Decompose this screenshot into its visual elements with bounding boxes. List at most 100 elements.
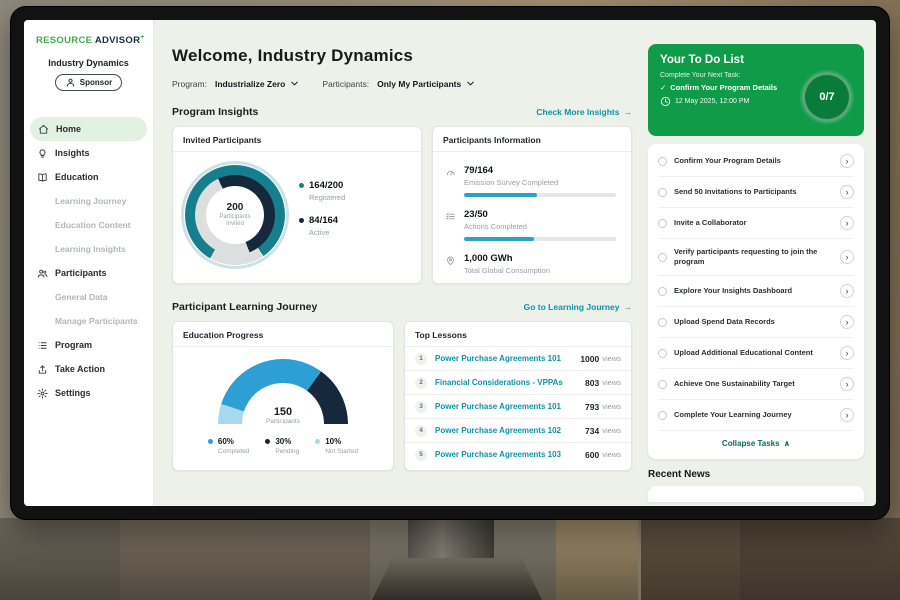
top-lessons-card: Top Lessons 1 Power Purchase Agreements …: [404, 321, 632, 471]
lesson-views: 600: [585, 450, 599, 460]
lesson-views: 734: [585, 426, 599, 436]
monitor-stand-base: [372, 558, 542, 600]
info-row: 23/50 Actions Completed: [445, 209, 619, 241]
participants-select[interactable]: Only My Participants: [377, 78, 476, 89]
link-label: Go to Learning Journey: [524, 302, 620, 312]
legend-label: Completed: [218, 448, 249, 455]
education-progress-card: Education Progress 150 Participants 60%: [172, 321, 394, 471]
info-value: 79/164: [464, 165, 616, 176]
chevron-right-icon[interactable]: ›: [840, 315, 854, 329]
task-checkbox[interactable]: [658, 380, 667, 389]
info-label: Actions Completed: [464, 222, 616, 231]
lesson-rank: 3: [415, 401, 427, 413]
task-row-upload-spend-data[interactable]: Upload Spend Data Records ›: [658, 307, 854, 338]
collapse-tasks-link[interactable]: Collapse Tasks ∧: [658, 431, 854, 457]
task-row-achieve-sustainability-target[interactable]: Achieve One Sustainability Target ›: [658, 369, 854, 400]
participants-filter-label: Participants:: [322, 79, 369, 89]
progress-fill: [464, 237, 534, 241]
program-insights-header: Program Insights Check More Insights →: [172, 106, 640, 118]
lesson-link[interactable]: Power Purchase Agreements 101: [435, 402, 585, 411]
todo-title: Your To Do List: [660, 54, 852, 66]
task-row-explore-insights[interactable]: Explore Your Insights Dashboard ›: [658, 276, 854, 307]
chevron-right-icon[interactable]: ›: [840, 250, 854, 264]
chevron-right-icon[interactable]: ›: [840, 216, 854, 230]
task-row-upload-educational-content[interactable]: Upload Additional Educational Content ›: [658, 338, 854, 369]
task-checkbox[interactable]: [658, 318, 667, 327]
lesson-row: 5 Power Purchase Agreements 103 600 view…: [405, 443, 631, 466]
check-more-insights-link[interactable]: Check More Insights →: [536, 107, 632, 117]
sidebar-item-manage-participants[interactable]: Manage Participants: [24, 309, 153, 333]
sidebar-item-settings[interactable]: Settings: [24, 381, 153, 405]
gauge-center-value: 150: [218, 406, 348, 418]
task-row-complete-learning-journey[interactable]: Complete Your Learning Journey ›: [658, 400, 854, 431]
task-row-confirm-program-details[interactable]: Confirm Your Program Details ›: [658, 146, 854, 177]
task-checkbox[interactable]: [658, 157, 667, 166]
legend-dot: [299, 183, 304, 188]
task-checkbox[interactable]: [658, 219, 667, 228]
lesson-link[interactable]: Power Purchase Agreements 101: [435, 354, 580, 363]
progress-bar: [464, 193, 616, 197]
sidebar-item-general-data[interactable]: General Data: [24, 285, 153, 309]
lesson-row: 2 Financial Considerations - VPPAs 803 v…: [405, 371, 631, 395]
chevron-down-icon: [289, 78, 300, 89]
sidebar-item-participants[interactable]: Participants: [24, 261, 153, 285]
participants-information-card: Participants Information 79/164 Emission…: [432, 126, 632, 284]
task-row-invite-collaborator[interactable]: Invite a Collaborator ›: [658, 208, 854, 239]
legend-label: Registered: [309, 193, 345, 202]
legend-item: 164/200 Registered: [299, 180, 345, 202]
chevron-right-icon[interactable]: ›: [840, 408, 854, 422]
sidebar-item-learning-insights[interactable]: Learning Insights: [24, 237, 153, 261]
todo-summary-card: Your To Do List Complete Your Next Task:…: [648, 44, 864, 136]
program-select[interactable]: Industrialize Zero: [215, 78, 300, 89]
lesson-rank: 4: [415, 425, 427, 437]
sidebar-item-education[interactable]: Education: [24, 165, 153, 189]
main-content: Welcome, Industry Dynamics Program: Indu…: [154, 20, 646, 506]
collapse-label: Collapse Tasks: [722, 439, 780, 448]
nav-label: Home: [56, 123, 81, 135]
sidebar-item-education-content[interactable]: Education Content: [24, 213, 153, 237]
chevron-right-icon[interactable]: ›: [840, 185, 854, 199]
nav-label: Settings: [55, 387, 91, 399]
lesson-row: 1 Power Purchase Agreements 101 1000 vie…: [405, 347, 631, 371]
invited-card-body: 200 Participants Invited 164/200 Registe…: [173, 152, 421, 278]
sidebar-item-program[interactable]: Program: [24, 333, 153, 357]
go-to-learning-journey-link[interactable]: Go to Learning Journey →: [524, 302, 632, 312]
task-checkbox[interactable]: [658, 287, 667, 296]
task-row-verify-participants[interactable]: Verify participants requesting to join t…: [658, 239, 854, 276]
lessons-list: 1 Power Purchase Agreements 101 1000 vie…: [405, 347, 631, 466]
todo-due-label: 12 May 2025, 12:00 PM: [675, 98, 749, 105]
invited-participants-card: Invited Participants 200 Participants In…: [172, 126, 422, 284]
section-title: Participant Learning Journey: [172, 301, 317, 313]
person-icon: [65, 77, 76, 88]
sidebar-item-home[interactable]: Home: [30, 117, 147, 141]
lesson-link[interactable]: Power Purchase Agreements 103: [435, 450, 585, 459]
lesson-views: 1000: [580, 354, 599, 364]
sidebar-item-insights[interactable]: Insights: [24, 141, 153, 165]
invited-legend: 164/200 Registered 84/164 Active: [299, 180, 345, 250]
card-title: Invited Participants: [173, 127, 421, 152]
task-checkbox[interactable]: [658, 188, 667, 197]
sidebar-item-take-action[interactable]: Take Action: [24, 357, 153, 381]
legend-label: Not Started: [325, 448, 358, 455]
task-label: Explore Your Insights Dashboard: [674, 286, 833, 296]
info-label: Emission Survey Completed: [464, 178, 616, 187]
book-icon: [37, 172, 48, 183]
page-title: Welcome, Industry Dynamics: [172, 46, 640, 66]
education-progress-gauge: 150 Participants: [218, 359, 348, 425]
task-checkbox[interactable]: [658, 349, 667, 358]
task-checkbox[interactable]: [658, 411, 667, 420]
lesson-link[interactable]: Power Purchase Agreements 102: [435, 426, 585, 435]
sidebar-item-learning-journey[interactable]: Learning Journey: [24, 189, 153, 213]
lesson-views: 793: [585, 402, 599, 412]
lesson-link[interactable]: Financial Considerations - VPPAs: [435, 378, 585, 387]
task-checkbox[interactable]: [658, 253, 667, 262]
chevron-right-icon[interactable]: ›: [840, 154, 854, 168]
task-label: Invite a Collaborator: [674, 218, 833, 228]
task-label: Achieve One Sustainability Target: [674, 379, 833, 389]
legend-value: 164/200: [309, 180, 343, 191]
card-title: Education Progress: [173, 322, 393, 347]
task-row-send-invitations[interactable]: Send 50 Invitations to Participants ›: [658, 177, 854, 208]
chevron-right-icon[interactable]: ›: [840, 284, 854, 298]
chevron-right-icon[interactable]: ›: [840, 377, 854, 391]
chevron-right-icon[interactable]: ›: [840, 346, 854, 360]
